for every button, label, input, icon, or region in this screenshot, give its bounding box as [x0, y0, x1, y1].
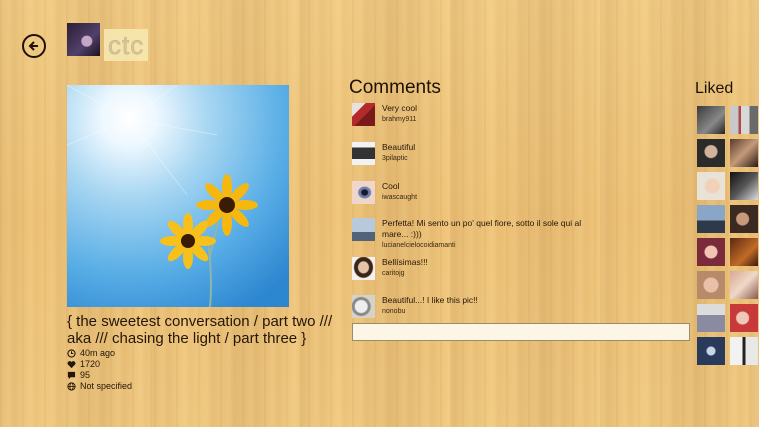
comment-author[interactable]: iwascaught	[382, 194, 417, 201]
comment-author[interactable]: nonobu	[382, 308, 478, 315]
commenter-avatar[interactable]	[352, 103, 375, 126]
post-photo	[67, 85, 289, 307]
liker-avatar[interactable]	[697, 205, 725, 233]
commenter-avatar[interactable]	[352, 218, 375, 241]
liked-title: Liked	[695, 80, 734, 97]
liker-avatar[interactable]	[730, 139, 758, 167]
comment-author[interactable]: 3pilaptic	[382, 155, 415, 162]
liker-avatar[interactable]	[697, 337, 725, 365]
post-caption: { the sweetest conversation / part two /…	[67, 313, 333, 347]
comment-author[interactable]: brahmy911	[382, 116, 417, 123]
commenter-avatar[interactable]	[352, 257, 375, 280]
liker-avatar[interactable]	[697, 139, 725, 167]
globe-icon	[67, 381, 76, 391]
comment-item: Beautiful 3pilaptic	[352, 142, 687, 165]
liker-avatar[interactable]	[697, 271, 725, 299]
commenter-avatar[interactable]	[352, 181, 375, 204]
comment-author[interactable]: lucianelcielocoidiamanti	[382, 242, 592, 249]
comment-author[interactable]: caritojg	[382, 270, 428, 277]
commenter-avatar[interactable]	[352, 142, 375, 165]
comments-title: Comments	[349, 77, 441, 98]
comment-text: Very cool	[382, 103, 417, 113]
liker-avatar[interactable]	[697, 106, 725, 134]
heart-icon	[67, 360, 76, 369]
liker-avatar[interactable]	[730, 271, 758, 299]
comment-bubble-icon	[67, 371, 76, 380]
liker-avatar[interactable]	[730, 337, 758, 365]
comments-count: 95	[80, 370, 91, 380]
comment-text: Bellísimas!!!	[382, 257, 428, 267]
comment-text: Beautiful	[382, 142, 416, 152]
likes-row: 1720	[67, 359, 100, 369]
comment-text: Beautiful...! I like this pic!!	[382, 295, 478, 305]
commenter-avatar[interactable]	[352, 295, 375, 318]
liker-avatar[interactable]	[697, 172, 725, 200]
liker-avatar[interactable]	[730, 172, 758, 200]
likes-count: 1720	[80, 359, 101, 369]
comment-text: Cool	[382, 181, 400, 191]
liker-avatar[interactable]	[730, 106, 758, 134]
location-row: Not specified	[67, 381, 132, 391]
username[interactable]: ctc	[104, 29, 149, 61]
time-row: 40m ago	[67, 348, 115, 358]
liker-avatar[interactable]	[697, 304, 725, 332]
arrow-left-icon	[28, 41, 38, 51]
comment-item: Beautiful...! I like this pic!! nonobu	[352, 295, 687, 318]
liker-avatar[interactable]	[730, 238, 758, 266]
liker-avatar[interactable]	[730, 205, 758, 233]
user-avatar[interactable]	[67, 23, 100, 56]
back-button[interactable]	[22, 34, 46, 58]
comment-item: Bellísimas!!! caritojg	[352, 257, 687, 280]
post-time: 40m ago	[80, 348, 116, 358]
post-location: Not specified	[80, 381, 133, 391]
comment-item: Cool iwascaught	[352, 181, 687, 204]
clock-icon	[67, 348, 76, 358]
comment-item: Very cool brahmy911	[352, 103, 687, 126]
comment-item: Perfetta! Mi sento un po' quel fiore, so…	[352, 218, 687, 249]
comment-input[interactable]	[352, 323, 690, 341]
comment-text: Perfetta! Mi sento un po' quel fiore, so…	[382, 218, 582, 239]
liker-avatar[interactable]	[730, 304, 758, 332]
comments-count-row: 95	[67, 370, 90, 380]
liker-avatar[interactable]	[697, 238, 725, 266]
